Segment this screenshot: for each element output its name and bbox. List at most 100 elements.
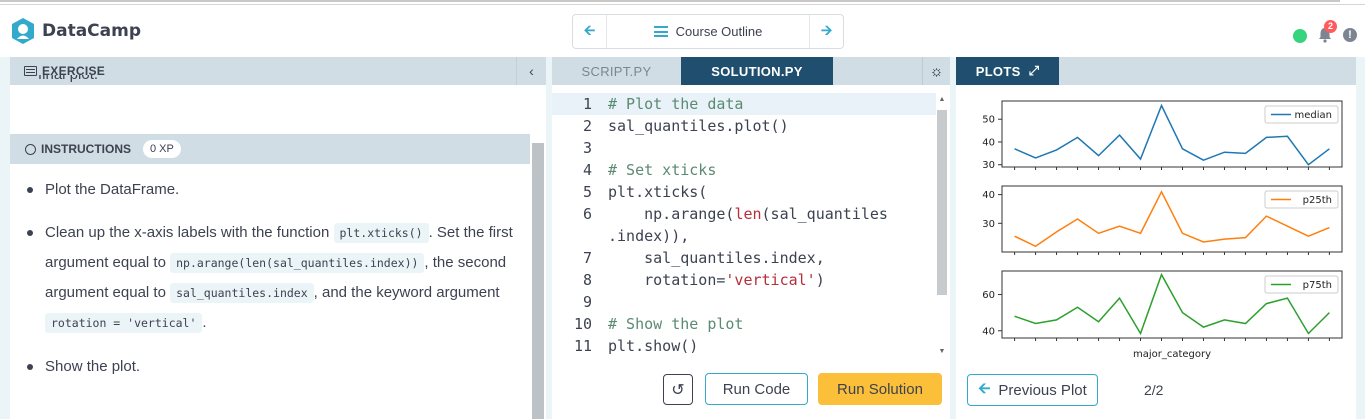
y-tick-label: 40 [982, 190, 995, 201]
theme-toggle-button[interactable]: ☼ [922, 57, 950, 85]
code-line[interactable]: 4 # Set xticks [552, 159, 937, 181]
line-number: 4 [582, 161, 592, 179]
course-outline-nav: 🡨 Course Outline 🡪 [572, 14, 844, 49]
editor-scrollbar[interactable]: ▲ ▼ [936, 93, 948, 361]
code-text: sal_quantiles.plot() [608, 117, 789, 135]
instructions-header: INSTRUCTIONS 0 XP [10, 134, 530, 164]
menu-icon [653, 26, 668, 37]
code-line[interactable]: 8 rotation='vertical') [552, 269, 937, 291]
scroll-down-icon[interactable]: ▼ [937, 348, 947, 358]
code-line[interactable]: 2 sal_quantiles.plot() [552, 115, 937, 137]
xp-badge: 0 XP [143, 140, 181, 158]
run-code-button[interactable]: Run Code [705, 373, 808, 405]
arrow-left-icon: 🡨 [583, 21, 596, 38]
plots-panel: PLOTS ⤢ 30 40 50 median 30 40 p25th 40 60 p75th ma… [956, 57, 1356, 419]
tab-script[interactable]: SCRIPT.PY [552, 57, 681, 85]
plot-pager: 2/2 [1144, 382, 1164, 398]
line-chart: 30 40 50 median 30 40 p25th 40 60 p75th major_cate… [982, 100, 1343, 360]
chevron-left-icon: ‹ [529, 63, 534, 79]
line-number: 8 [582, 271, 592, 289]
brand-name: DataCamp [42, 21, 142, 41]
arrow-left-icon: 🡨 [978, 379, 991, 397]
line-number: 7 [582, 249, 592, 267]
code-line[interactable]: 6 np.arange(len(sal_quantiles [552, 203, 937, 225]
code-line[interactable]: 11 plt.show() [552, 335, 937, 357]
code-area[interactable]: 1 # Plot the data 2 sal_quantiles.plot() 3 4 #… [552, 93, 937, 363]
code-text: .index)), [608, 227, 690, 245]
inline-code: sal_quantiles.index [170, 283, 314, 303]
code-line[interactable]: .index)), [552, 225, 937, 247]
code-line[interactable]: 5 plt.xticks( [552, 181, 937, 203]
legend-label: median [1295, 110, 1333, 121]
instructions-scrollbar[interactable] [531, 137, 546, 419]
y-tick-label: 30 [982, 219, 995, 230]
y-tick-label: 50 [982, 115, 995, 126]
arrow-right-icon: 🡪 [820, 21, 833, 38]
inline-code: np.arange(len(sal_quantiles.index)) [170, 253, 425, 273]
instruction-item: Show the plot. [24, 352, 524, 381]
code-text: # Set xticks [608, 161, 717, 179]
line-number: 6 [582, 205, 592, 223]
previous-plot-button[interactable]: 🡨 Previous Plot [967, 374, 1098, 406]
reset-button[interactable]: ↺ [663, 374, 693, 405]
tab-solution[interactable]: SOLUTION.PY [681, 57, 833, 85]
plots-header: PLOTS ⤢ [956, 57, 1356, 85]
next-exercise-button[interactable]: 🡪 [810, 15, 843, 48]
run-solution-button[interactable]: Run Solution [818, 373, 942, 405]
y-tick-label: 40 [982, 137, 995, 148]
code-editor: SCRIPT.PY SOLUTION.PY ☼ 1 # Plot the data… [552, 57, 950, 362]
y-tick-label: 40 [982, 326, 995, 337]
code-text: sal_quantiles.index, [608, 249, 825, 267]
y-tick-label: 60 [982, 290, 995, 301]
legend-label: p25th [1303, 195, 1332, 206]
instruction-item: Clean up the x-axis labels with the func… [24, 218, 524, 338]
code-text: plt.show() [608, 337, 699, 355]
info-icon[interactable]: ! [1343, 28, 1357, 42]
line-number: 5 [582, 183, 592, 201]
code-text: # Show the plot [608, 315, 744, 333]
sun-icon: ☼ [929, 62, 944, 80]
y-tick-label: 30 [982, 160, 995, 171]
code-line[interactable]: 7 sal_quantiles.index, [552, 247, 937, 269]
plots-label: PLOTS [975, 63, 1021, 79]
code-text: plt.xticks( [608, 183, 708, 201]
line-number: 10 [573, 315, 592, 333]
exercise-text-cut: final plot. [38, 75, 98, 89]
code-text: np.arange(len(sal_quantiles [608, 205, 888, 223]
check-circle-icon [25, 143, 36, 155]
exercise-icon [24, 66, 37, 76]
line-number: 2 [582, 117, 592, 135]
notification-badge: 2 [1324, 20, 1337, 33]
code-text: # Plot the data [608, 95, 744, 113]
code-line[interactable]: 10 # Show the plot [552, 313, 937, 335]
scroll-up-icon[interactable]: ▲ [937, 96, 947, 106]
line-number: 1 [582, 95, 592, 113]
expand-icon[interactable]: ⤢ [1029, 63, 1040, 79]
editor-actions: ↺ Run Code Run Solution [552, 362, 950, 419]
brand-logo[interactable]: DataCamp [10, 17, 141, 45]
plots-actions: 🡨 Previous Plot 2/2 [956, 362, 1356, 419]
inline-code: rotation = 'vertical' [45, 313, 203, 333]
code-line[interactable]: 9 [552, 291, 937, 313]
prev-exercise-button[interactable]: 🡨 [573, 15, 606, 48]
datacamp-logo-icon [12, 18, 34, 44]
top-bar: DataCamp 🡨 Course Outline 🡪 2 ! [0, 5, 1365, 57]
legend-label: p75th [1303, 280, 1332, 291]
collapse-panel-button[interactable]: ‹ [516, 57, 546, 85]
line-number: 11 [573, 337, 592, 355]
connection-status-icon [1293, 29, 1307, 43]
code-line[interactable]: 3 [552, 137, 937, 159]
reset-icon: ↺ [671, 381, 685, 399]
exercise-panel: EXERCISE ‹ final plot. INSTRUCTIONS 0 XP… [10, 57, 546, 419]
code-line[interactable]: 1 # Plot the data [552, 93, 937, 115]
previous-plot-label: Previous Plot [998, 381, 1087, 399]
editor-tabs: SCRIPT.PY SOLUTION.PY ☼ [552, 57, 950, 85]
instructions-label: INSTRUCTIONS [41, 142, 131, 156]
x-axis-label: major_category [1133, 349, 1211, 360]
line-number: 3 [582, 139, 592, 157]
course-outline-label: Course Outline [675, 24, 763, 39]
tab-plots[interactable]: PLOTS ⤢ [956, 57, 1059, 85]
instruction-item: Plot the DataFrame. [24, 175, 524, 204]
course-outline-button[interactable]: Course Outline [606, 15, 810, 48]
line-number: 9 [582, 293, 592, 311]
